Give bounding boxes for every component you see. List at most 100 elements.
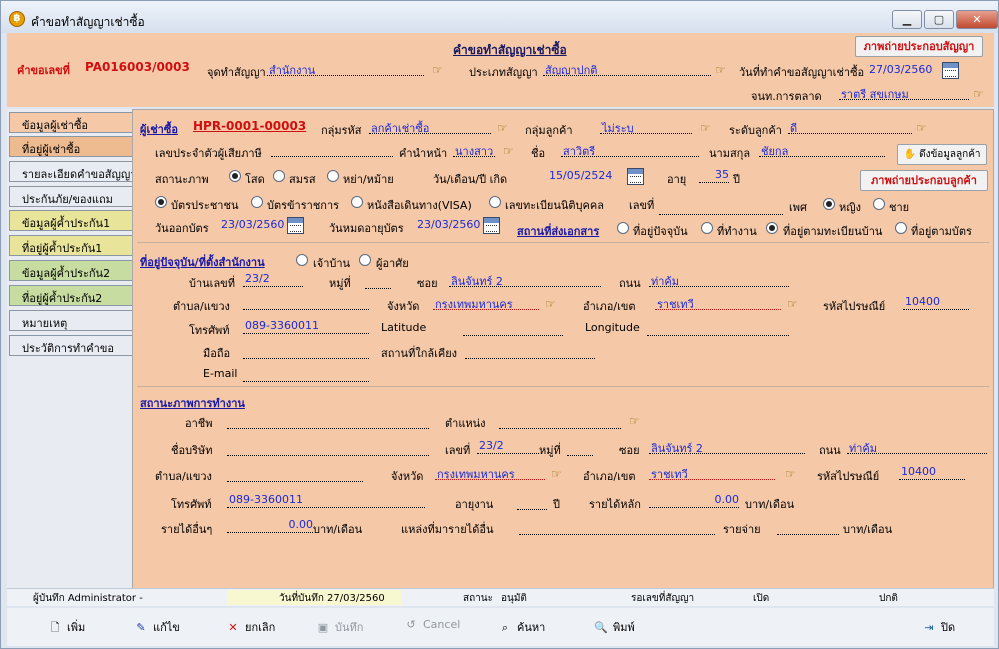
calendar-icon[interactable] — [627, 168, 644, 185]
photo-contract-button[interactable]: ภาพถ่ายประกอบสัญญา — [855, 36, 983, 57]
pull-customer-button[interactable]: ✋ ดึงข้อมูลลูกค้า — [897, 144, 987, 165]
house-no-field[interactable]: 23/2 — [243, 272, 303, 287]
sidebar-item-history[interactable]: ประวัติการทำคำขอ — [9, 335, 133, 356]
prefix-field[interactable]: นางสาว — [453, 142, 495, 157]
card-no-field[interactable] — [659, 200, 783, 215]
expense-field[interactable] — [777, 520, 839, 535]
close-window-button[interactable]: ✕ — [956, 10, 998, 29]
pointing-hand-icon[interactable]: ☞ — [700, 121, 718, 135]
postcode-field[interactable]: 10400 — [903, 295, 969, 310]
doc-current-radio[interactable] — [617, 222, 629, 234]
pointing-hand-icon[interactable]: ☞ — [973, 87, 991, 101]
email-field[interactable] — [243, 367, 369, 382]
surname-field[interactable]: ชัยกุล — [759, 142, 885, 157]
card-id-radio[interactable] — [155, 196, 167, 208]
marketing-field[interactable]: ราตรี สุขเกษม — [839, 85, 969, 100]
place-field[interactable]: สำนักงาน — [267, 61, 424, 76]
photo-customer-button[interactable]: ภาพถ่ายประกอบลูกค้า — [860, 170, 988, 191]
work-province-field[interactable]: กรุงเทพมหานคร — [435, 465, 545, 480]
district-field[interactable]: ราชเทวี — [655, 295, 781, 310]
latitude-field[interactable] — [463, 321, 563, 336]
add-button[interactable]: 🗋 เพิ่ม — [47, 618, 86, 638]
pointing-hand-icon[interactable]: ☞ — [629, 414, 647, 428]
card-passport-radio[interactable] — [351, 196, 363, 208]
sidebar-item-guarantor2-address[interactable]: ที่อยู่ผู้ค้ำประกัน2 — [9, 285, 133, 306]
work-subdistrict-field[interactable] — [227, 467, 363, 482]
work-road-field[interactable]: ท่าคุ้ม — [847, 439, 987, 454]
career-field[interactable] — [227, 414, 429, 429]
pointing-hand-icon[interactable]: ☞ — [916, 121, 934, 135]
level-field[interactable]: ดี — [788, 119, 912, 134]
sidebar-item-guarantor1-address[interactable]: ที่อยู่ผู้ค้ำประกัน1 — [9, 235, 133, 256]
calendar-icon[interactable] — [483, 217, 500, 234]
pointing-hand-icon[interactable]: ☞ — [545, 297, 563, 311]
doc-work-radio[interactable] — [701, 222, 713, 234]
sidebar-item-request-detail[interactable]: รายละเอียดคำขอสัญญา — [9, 161, 133, 182]
income-field[interactable]: 0.00 — [649, 493, 739, 508]
pointing-hand-icon[interactable]: ☞ — [787, 297, 805, 311]
subdistrict-field[interactable] — [243, 295, 369, 310]
pointing-hand-icon[interactable]: ☞ — [715, 63, 733, 77]
pointing-hand-icon[interactable]: ☞ — [497, 121, 515, 135]
sidebar-item-guarantor2[interactable]: ข้อมูลผู้ค้ำประกัน2 — [9, 260, 133, 281]
pointing-hand-icon[interactable]: ☞ — [503, 144, 521, 158]
other-income-field[interactable]: 0.00 — [227, 518, 313, 533]
expire-date-value[interactable]: 23/03/2560 — [417, 218, 480, 231]
doc-house-reg-radio[interactable] — [766, 222, 778, 234]
company-field[interactable] — [227, 441, 429, 456]
sidebar-item-notes[interactable]: หมายเหตุ — [9, 310, 133, 331]
work-moo-field[interactable] — [567, 441, 593, 456]
owner-radio[interactable] — [296, 254, 308, 266]
address-section-link[interactable]: ที่อยู่ปัจจุบัน/ที่ตั้งสำนักงาน — [140, 253, 265, 271]
search-button[interactable]: ⌕ ค้นหา — [497, 618, 545, 638]
work-no-field[interactable]: 23/2 — [477, 439, 539, 454]
moo-field[interactable] — [365, 274, 391, 289]
work-soi-field[interactable]: ลินจันทร์ 2 — [649, 439, 805, 454]
print-button[interactable]: 🔍 พิมพ์ — [593, 618, 635, 638]
work-section-link[interactable]: สถานะภาพการทำงาน — [140, 394, 245, 412]
calendar-icon[interactable] — [287, 217, 304, 234]
sidebar-item-guarantor1[interactable]: ข้อมูลผู้ค้ำประกัน1 — [9, 210, 133, 231]
buyer-link[interactable]: ผู้เช่าซื้อ — [140, 120, 178, 138]
sidebar-item-customer-address[interactable]: ที่อยู่ผู้เช่าซื้อ — [9, 136, 133, 157]
cancel-button[interactable]: ↺ Cancel — [403, 618, 460, 638]
marital-married-radio[interactable] — [273, 170, 285, 182]
doc-card-radio[interactable] — [895, 222, 907, 234]
customer-group-field[interactable]: ไม่ระบุ — [600, 119, 692, 134]
exit-button[interactable]: ⇥ ปิด — [921, 618, 955, 638]
minimize-button[interactable]: ▁ — [892, 10, 922, 29]
marital-divorced-radio[interactable] — [327, 170, 339, 182]
soi-field[interactable]: ลินจันทร์ 2 — [449, 272, 601, 287]
pointing-hand-icon[interactable]: ☞ — [785, 467, 803, 481]
worktime-field[interactable] — [517, 495, 547, 510]
sidebar-item-insurance[interactable]: ประกันภัย/ของแถม — [9, 186, 133, 207]
sidebar-item-customer[interactable]: ข้อมูลผู้เช่าซื้อ — [9, 112, 133, 133]
province-field[interactable]: กรุงเทพมหานคร — [433, 295, 539, 310]
resident-radio[interactable] — [359, 254, 371, 266]
cancel-edit-button[interactable]: ✕ ยกเลิก — [225, 618, 275, 638]
request-date-value[interactable]: 27/03/2560 — [869, 63, 932, 76]
issue-date-value[interactable]: 23/03/2560 — [221, 218, 284, 231]
nearby-field[interactable] — [465, 344, 595, 359]
taxid-field[interactable] — [271, 142, 393, 157]
road-field[interactable]: ท่าคุ้ม — [649, 272, 789, 287]
gender-female-radio[interactable] — [823, 198, 835, 210]
age-field[interactable]: 35 — [699, 168, 729, 183]
pointing-hand-icon[interactable]: ☞ — [432, 63, 450, 77]
other-source-field[interactable] — [519, 520, 715, 535]
card-corp-radio[interactable] — [489, 196, 501, 208]
mobile-field[interactable] — [243, 344, 369, 359]
work-district-field[interactable]: ราชเทวี — [649, 465, 775, 480]
work-postcode-field[interactable]: 10400 — [899, 465, 965, 480]
card-gov-radio[interactable] — [251, 196, 263, 208]
marital-single-radio[interactable] — [229, 170, 241, 182]
birth-date-value[interactable]: 15/05/2524 — [549, 169, 612, 182]
position-field[interactable] — [499, 414, 621, 429]
edit-button[interactable]: ✎ แก้ไข — [133, 618, 179, 638]
maximize-button[interactable]: ▢ — [924, 10, 954, 29]
contract-type-field[interactable]: สัญญาปกติ — [543, 61, 711, 76]
calendar-icon[interactable] — [942, 62, 959, 79]
pointing-hand-icon[interactable]: ☞ — [551, 467, 569, 481]
longitude-field[interactable] — [647, 321, 789, 336]
group-code-field[interactable]: ลูกค้าเช่าซื้อ — [369, 119, 491, 134]
